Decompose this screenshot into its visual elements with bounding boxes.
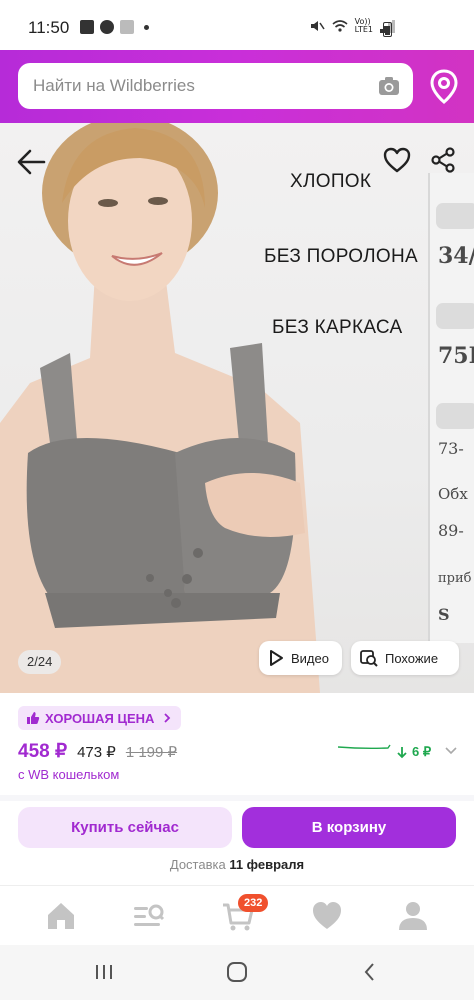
size-chart-strip: 34/ 75I 73- Обх 89- приб S <box>428 173 474 643</box>
promo-line: БЕЗ ПОРОЛОНА <box>264 246 418 267</box>
cart-count-badge: 232 <box>238 894 269 912</box>
share-icon[interactable] <box>428 145 458 175</box>
recent-apps-icon[interactable] <box>91 959 117 985</box>
thumbs-up-icon <box>27 712 40 724</box>
video-button[interactable]: Видео <box>259 641 342 675</box>
size-value: 34/ <box>438 243 474 269</box>
good-price-badge[interactable]: ХОРОШАЯ ЦЕНА <box>18 706 182 730</box>
delivery-prefix: Доставка <box>169 857 226 872</box>
app-notification-icon <box>100 20 114 34</box>
network-type: Vo)) LTE1 <box>355 18 373 34</box>
product-photo <box>0 123 320 693</box>
heart-icon[interactable] <box>309 898 345 934</box>
price-old: 1 199 ₽ <box>125 744 178 761</box>
bottom-tab-bar: 232 <box>0 885 474 945</box>
price-wallet: 458 ₽ <box>18 741 68 762</box>
lte-label: LTE1 <box>354 25 373 34</box>
promo-line: БЕЗ КАРКАСА <box>272 317 403 338</box>
price-drop-value: 6 ₽ <box>412 744 432 759</box>
photo-counter: 2/24 <box>18 650 62 674</box>
status-notification-icons <box>80 20 149 34</box>
home-nav-icon[interactable] <box>224 959 250 985</box>
size-value: 75I <box>438 343 474 369</box>
more-notifications-icon <box>144 24 149 30</box>
size-value: Обх <box>438 485 468 503</box>
location-pin-icon[interactable] <box>426 67 462 107</box>
mute-icon <box>310 21 325 31</box>
delivery-date: 11 февраля <box>229 857 305 872</box>
image-search-icon <box>360 650 378 667</box>
size-chip <box>436 403 474 429</box>
gallery-notification-icon <box>80 20 94 34</box>
status-bar: 11:50 Vo)) LTE1 <box>0 0 474 50</box>
buy-now-button[interactable]: Купить сейчас <box>18 807 232 848</box>
back-nav-icon[interactable] <box>357 959 383 985</box>
add-to-cart-button[interactable]: В корзину <box>242 807 456 848</box>
status-time: 11:50 <box>28 18 70 37</box>
wifi-icon <box>332 20 348 32</box>
product-image-gallery[interactable]: ХЛОПОК БЕЗ ПОРОЛОНА БЕЗ КАРКАСА 34/ 75I … <box>0 123 474 693</box>
price-regular: 473 ₽ <box>77 744 116 761</box>
similar-button-label: Похожие <box>385 650 439 666</box>
promo-line: ХЛОПОК <box>290 171 372 192</box>
size-value: 89- <box>438 521 464 540</box>
play-icon <box>270 650 283 666</box>
price-history-sparkline[interactable] <box>338 742 458 762</box>
wallet-note: с WB кошельком <box>18 767 120 782</box>
camera-search-icon[interactable] <box>377 74 401 98</box>
app-notification-icon-2 <box>120 20 134 34</box>
search-header <box>0 50 474 123</box>
good-price-label: ХОРОШАЯ ЦЕНА <box>45 710 155 726</box>
size-value: S <box>438 605 450 624</box>
size-value: приб <box>438 571 472 586</box>
section-divider <box>0 795 474 801</box>
heart-favorite-icon[interactable] <box>382 145 412 175</box>
battery-icon <box>383 22 392 37</box>
search-input[interactable] <box>33 76 333 96</box>
profile-icon[interactable] <box>395 898 431 934</box>
home-icon[interactable] <box>43 898 79 934</box>
chevron-right-icon <box>164 713 171 723</box>
size-value: 73- <box>438 439 464 458</box>
search-box[interactable] <box>18 63 413 109</box>
size-chip <box>436 303 474 329</box>
size-chip <box>436 203 474 229</box>
delivery-info: Доставка 11 февраля <box>0 857 474 872</box>
back-arrow-icon[interactable] <box>14 145 48 179</box>
price-row: 458 ₽ 473 ₽ 1 199 ₽ <box>18 740 177 763</box>
android-nav-bar <box>0 945 474 1000</box>
video-button-label: Видео <box>291 650 329 666</box>
catalog-search-icon[interactable] <box>130 898 166 934</box>
similar-button[interactable]: Похожие <box>351 641 459 675</box>
